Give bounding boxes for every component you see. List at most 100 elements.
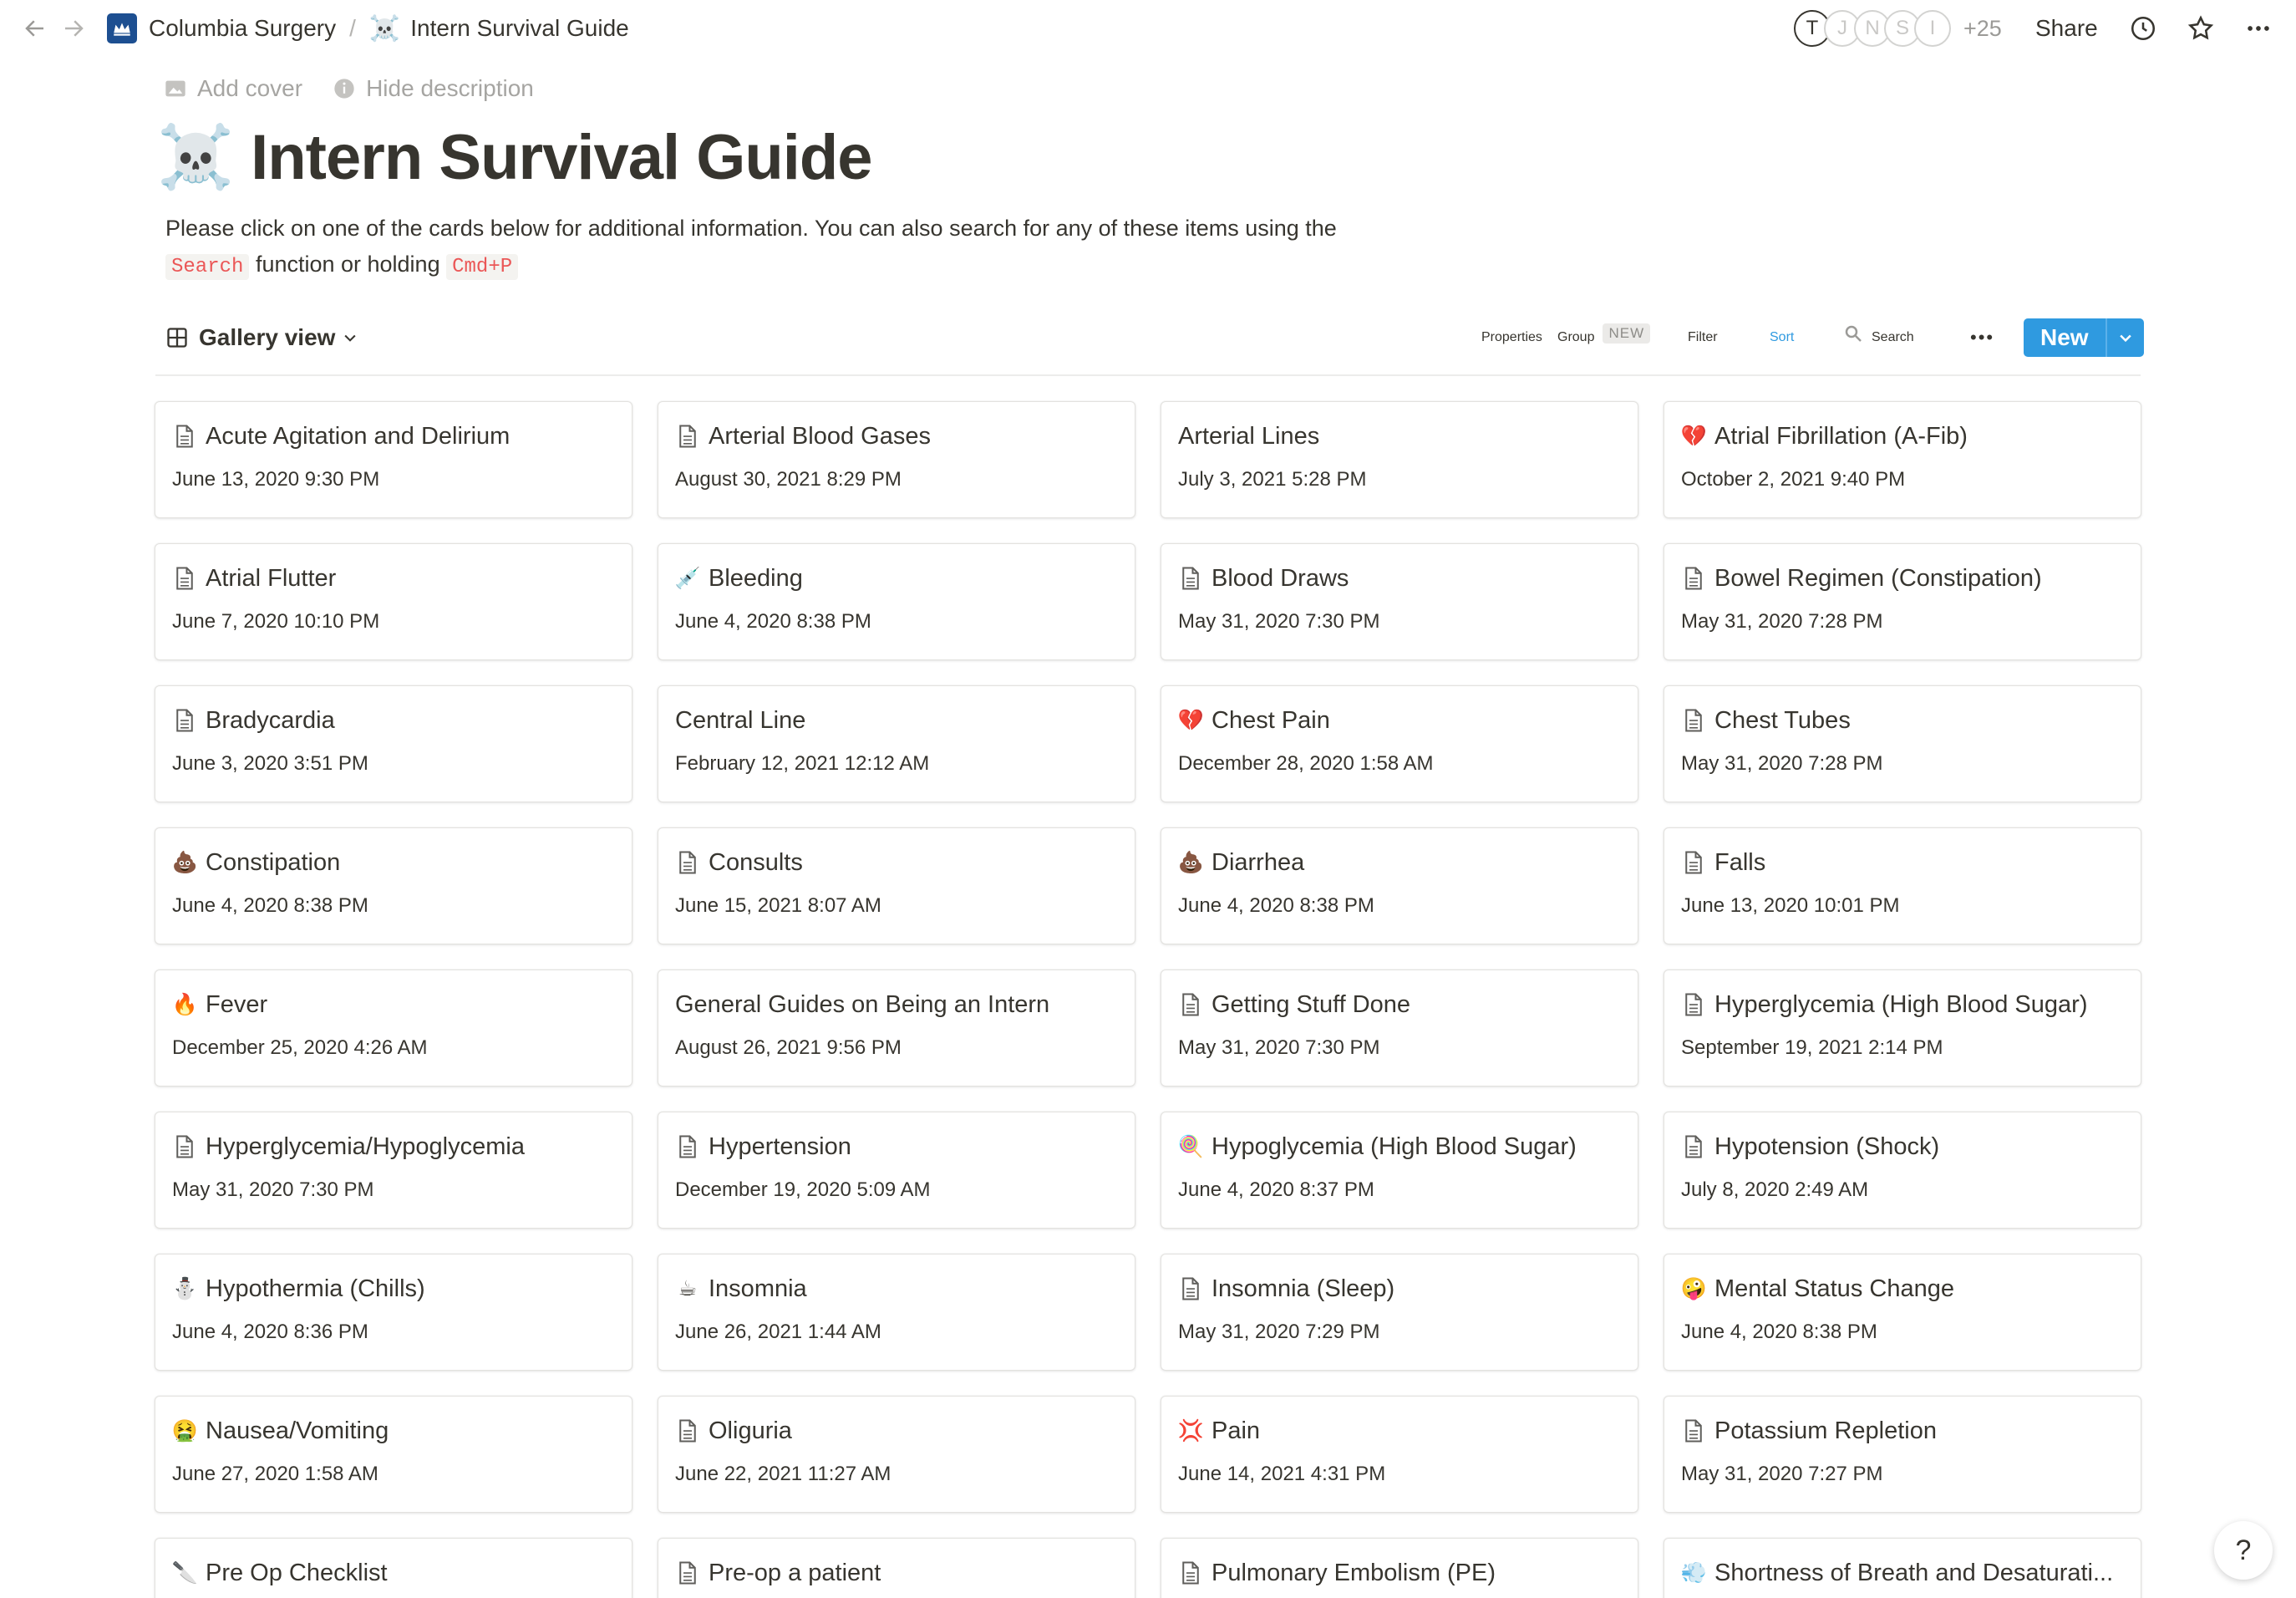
card-title-text: Mental Status Change xyxy=(1714,1275,1954,1302)
card-date: June 27, 2020 1:58 AM xyxy=(172,1463,378,1485)
card-title-text: Bowel Regimen (Constipation) xyxy=(1714,564,2042,592)
gallery-card[interactable]: Arterial Blood Gases August 30, 2021 8:29… xyxy=(658,401,1135,518)
skull-icon[interactable]: ☠️ xyxy=(157,126,234,188)
new-button[interactable]: New xyxy=(2024,318,2144,357)
gallery-card[interactable]: 🔥 Fever December 25, 2020 4:26 AM xyxy=(155,969,632,1087)
card-title: ☕ Insomnia xyxy=(675,1273,1126,1305)
card-date: June 4, 2020 8:38 PM xyxy=(172,894,368,917)
info-icon xyxy=(334,79,354,99)
gallery-card[interactable]: Hyperglycemia (High Blood Sugar) Septembe… xyxy=(1664,969,2141,1087)
share-button[interactable]: Share xyxy=(2035,12,2098,45)
gallery-card[interactable]: 💉 Bleeding June 4, 2020 8:38 PM xyxy=(658,543,1135,660)
card-title: Arterial Blood Gases xyxy=(675,420,1126,452)
card-title: 🔥 Fever xyxy=(172,989,623,1020)
gallery-card[interactable]: Arterial Lines July 3, 2021 5:28 PM xyxy=(1161,401,1638,518)
gallery-card[interactable]: ☕ Insomnia June 26, 2021 1:44 AM xyxy=(658,1254,1135,1371)
add-cover-button[interactable]: Add cover xyxy=(164,75,302,102)
gallery-card[interactable]: Acute Agitation and Delirium June 13, 202… xyxy=(155,401,632,518)
help-button[interactable]: ? xyxy=(2214,1521,2273,1580)
gallery-card[interactable]: Potassium Repletion May 31, 2020 7:27 PM xyxy=(1664,1396,2141,1513)
card-title-text: Nausea/Vomiting xyxy=(206,1417,389,1444)
avatar[interactable]: I xyxy=(1914,10,1951,47)
more-options-icon[interactable] xyxy=(2242,12,2275,45)
card-title-text: Hypoglycemia (High Blood Sugar) xyxy=(1211,1132,1577,1160)
card-title-text: Bradycardia xyxy=(206,706,335,734)
gallery-card[interactable]: 💩 Constipation June 4, 2020 8:38 PM xyxy=(155,827,632,944)
gallery-card[interactable]: Falls June 13, 2020 10:01 PM xyxy=(1664,827,2141,944)
card-title-text: Pulmonary Embolism (PE) xyxy=(1211,1559,1496,1586)
card-title: 💔 Atrial Fibrillation (A-Fib) xyxy=(1681,420,2132,452)
gallery-card[interactable]: General Guides on Being an Intern August … xyxy=(658,969,1135,1087)
page-header: ☠️ Intern Survival Guide xyxy=(157,115,873,199)
gallery-card[interactable]: 🤪 Mental Status Change June 4, 2020 8:38 P… xyxy=(1664,1254,2141,1371)
card-date: July 3, 2021 5:28 PM xyxy=(1178,468,1367,491)
filter-button[interactable]: Filter xyxy=(1688,316,1718,359)
view-selector[interactable]: Gallery view xyxy=(165,316,358,359)
gallery-card[interactable]: Getting Stuff Done May 31, 2020 7:30 PM xyxy=(1161,969,1638,1087)
gallery-card[interactable]: 💔 Chest Pain December 28, 2020 1:58 AM xyxy=(1161,685,1638,802)
card-title-text: Falls xyxy=(1714,848,1766,876)
gallery-card[interactable]: Consults June 15, 2021 8:07 AM xyxy=(658,827,1135,944)
more-users-count[interactable]: +25 xyxy=(1963,12,2002,45)
card-date: August 26, 2021 9:56 PM xyxy=(675,1036,902,1059)
card-date: February 12, 2021 12:12 AM xyxy=(675,752,930,775)
gallery-card[interactable]: 🔪 Pre Op Checklist xyxy=(155,1538,632,1598)
card-date: June 13, 2020 9:30 PM xyxy=(172,468,380,491)
view-more-button[interactable]: ••• xyxy=(1970,316,1994,359)
page-title[interactable]: Intern Survival Guide xyxy=(251,121,872,194)
properties-button[interactable]: Properties xyxy=(1481,316,1542,359)
gallery-card[interactable]: Bowel Regimen (Constipation) May 31, 2020… xyxy=(1664,543,2141,660)
page-document-icon xyxy=(1178,1276,1203,1301)
gallery-card[interactable]: 🍭 Hypoglycemia (High Blood Sugar) June 4, … xyxy=(1161,1112,1638,1229)
card-title: Acute Agitation and Delirium xyxy=(172,420,623,452)
page-document-icon xyxy=(1178,992,1203,1017)
gallery-card[interactable]: Atrial Flutter June 7, 2020 10:10 PM xyxy=(155,543,632,660)
card-date: June 7, 2020 10:10 PM xyxy=(172,610,380,633)
gallery-card[interactable]: Hyperglycemia/Hypoglycemia May 31, 2020 7… xyxy=(155,1112,632,1229)
gallery-card[interactable]: Central Line February 12, 2021 12:12 AM xyxy=(658,685,1135,802)
back-arrow-icon[interactable] xyxy=(18,12,52,45)
card-title-text: Hyperglycemia (High Blood Sugar) xyxy=(1714,990,2088,1018)
chevron-down-icon[interactable] xyxy=(2105,318,2144,357)
card-date: July 8, 2020 2:49 AM xyxy=(1681,1178,1869,1201)
emoji-icon: ☕ xyxy=(678,1277,698,1300)
page-document-icon xyxy=(1681,1134,1706,1159)
card-title: Atrial Flutter xyxy=(172,562,623,594)
gallery-card[interactable]: Hypotension (Shock) July 8, 2020 2:49 AM xyxy=(1664,1112,2141,1229)
gallery-card[interactable]: ⛄ Hypothermia (Chills) June 4, 2020 8:36 P… xyxy=(155,1254,632,1371)
card-title-text: Getting Stuff Done xyxy=(1211,990,1411,1018)
gallery-card[interactable]: Bradycardia June 3, 2020 3:51 PM xyxy=(155,685,632,802)
gallery-card[interactable]: Pulmonary Embolism (PE) xyxy=(1161,1538,1638,1598)
gallery-grid-icon xyxy=(167,328,187,348)
page-document-icon xyxy=(1178,1560,1203,1585)
hide-description-button[interactable]: Hide description xyxy=(333,75,534,102)
gallery-card[interactable]: 💔 Atrial Fibrillation (A-Fib) October 2, 2… xyxy=(1664,401,2141,518)
gallery-card[interactable]: 🤮 Nausea/Vomiting June 27, 2020 1:58 AM xyxy=(155,1396,632,1513)
card-date: October 2, 2021 9:40 PM xyxy=(1681,468,1906,491)
gallery-card[interactable]: Pre-op a patient xyxy=(658,1538,1135,1598)
group-button[interactable]: Group NEW xyxy=(1557,316,1651,359)
gallery-card[interactable]: Insomnia (Sleep) May 31, 2020 7:29 PM xyxy=(1161,1254,1638,1371)
card-title: 🔪 Pre Op Checklist xyxy=(172,1557,623,1589)
card-title: Consults xyxy=(675,847,1126,878)
gallery-card[interactable]: Chest Tubes May 31, 2020 7:28 PM xyxy=(1664,685,2141,802)
gallery-card[interactable]: Hypertension December 19, 2020 5:09 AM xyxy=(658,1112,1135,1229)
history-clock-icon[interactable] xyxy=(2126,12,2160,45)
forward-arrow-icon[interactable] xyxy=(57,12,90,45)
gallery-card[interactable]: 💨 Shortness of Breath and Desaturati... xyxy=(1664,1538,2141,1598)
search-button[interactable]: Search xyxy=(1843,316,1914,359)
gallery-card[interactable]: 💢 Pain June 14, 2021 4:31 PM xyxy=(1161,1396,1638,1513)
emoji-icon: 💉 xyxy=(675,566,701,590)
breadcrumb-page[interactable]: Intern Survival Guide xyxy=(410,15,628,42)
card-title-text: Potassium Repletion xyxy=(1714,1417,1937,1444)
emoji-icon: 🔪 xyxy=(172,1560,198,1585)
gallery-card[interactable]: Oliguria June 22, 2021 11:27 AM xyxy=(658,1396,1135,1513)
card-title: Insomnia (Sleep) xyxy=(1178,1273,1629,1305)
gallery-card[interactable]: Blood Draws May 31, 2020 7:30 PM xyxy=(1161,543,1638,660)
breadcrumb-workspace[interactable]: Columbia Surgery xyxy=(149,15,336,42)
page-description[interactable]: Please click on one of the cards below f… xyxy=(165,211,1502,285)
sort-button[interactable]: Sort xyxy=(1770,316,1794,359)
card-date: December 19, 2020 5:09 AM xyxy=(675,1178,931,1201)
gallery-card[interactable]: 💩 Diarrhea June 4, 2020 8:38 PM xyxy=(1161,827,1638,944)
favorite-star-icon[interactable] xyxy=(2184,12,2217,45)
